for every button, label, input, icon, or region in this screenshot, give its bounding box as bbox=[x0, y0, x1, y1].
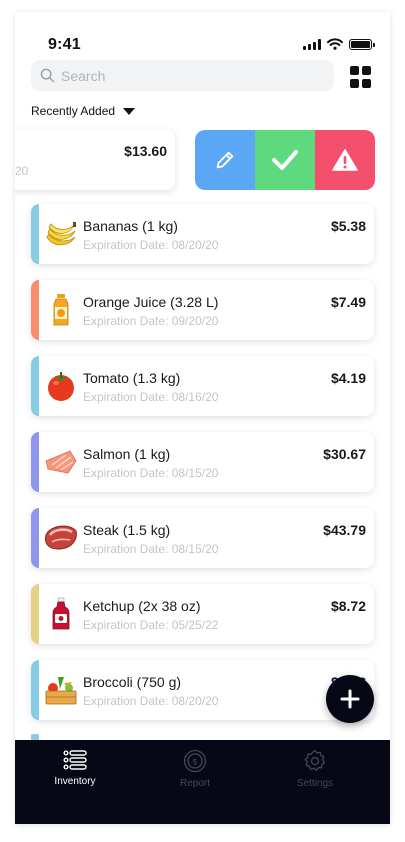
item-name: Broccoli (750 g) bbox=[83, 674, 182, 690]
item-accent bbox=[31, 280, 39, 340]
list-item[interactable]: Bananas (1 kg) Expiration Date: 08/20/20 $… bbox=[31, 204, 374, 264]
cellular-signal-icon bbox=[303, 38, 321, 50]
item-accent bbox=[31, 660, 39, 720]
search-input[interactable] bbox=[61, 67, 311, 84]
swipe-actions bbox=[195, 130, 375, 190]
vegetable-crate-icon bbox=[44, 673, 78, 707]
swiped-list-item[interactable]: $13.60 20 bbox=[15, 130, 175, 190]
item-expiration: Expiration Date: 08/15/20 bbox=[83, 542, 219, 556]
banana-icon bbox=[44, 217, 78, 251]
item-expiration: Expiration Date: 08/16/20 bbox=[83, 390, 219, 404]
item-price: $8.72 bbox=[330, 598, 366, 614]
status-icons bbox=[303, 38, 375, 50]
item-expiration: Expiration Date: 08/20/20 bbox=[83, 694, 219, 708]
item-name: Tomato (1.3 kg) bbox=[83, 370, 181, 386]
item-accent bbox=[31, 432, 39, 492]
tab-bar: Inventory $ Report Settings bbox=[15, 740, 390, 824]
edit-button[interactable] bbox=[195, 130, 255, 190]
ketchup-icon bbox=[44, 597, 78, 631]
item-accent bbox=[31, 584, 39, 644]
check-icon bbox=[272, 150, 298, 170]
add-item-button[interactable] bbox=[326, 675, 374, 723]
caret-down-icon bbox=[123, 107, 136, 115]
list-item[interactable]: Orange Juice (3.28 L) Expiration Date: 09… bbox=[31, 280, 374, 340]
item-accent bbox=[31, 204, 39, 264]
pencil-icon bbox=[216, 151, 234, 169]
juice-icon bbox=[44, 293, 78, 327]
tab-settings[interactable]: Settings bbox=[255, 740, 375, 824]
tomato-icon bbox=[44, 369, 78, 403]
item-accent bbox=[31, 356, 39, 416]
item-name: Bananas (1 kg) bbox=[83, 218, 178, 234]
list-item[interactable]: Tomato (1.3 kg) Expiration Date: 08/16/20… bbox=[31, 356, 374, 416]
warning-icon bbox=[332, 149, 358, 171]
item-accent bbox=[31, 508, 39, 568]
item-price: $4.19 bbox=[330, 370, 366, 386]
tab-label: Report bbox=[179, 778, 210, 789]
svg-text:$: $ bbox=[192, 758, 198, 768]
item-price: $13.60 bbox=[124, 143, 167, 159]
item-name: Salmon (1 kg) bbox=[83, 446, 171, 462]
item-name: Steak (1.5 kg) bbox=[83, 522, 171, 538]
item-expiration: Expiration Date: 08/20/20 bbox=[83, 238, 219, 252]
tab-label: Settings bbox=[296, 778, 334, 789]
list-item[interactable]: Ketchup (2x 38 oz) Expiration Date: 05/25… bbox=[31, 584, 374, 644]
mark-used-button[interactable] bbox=[255, 130, 315, 190]
plus-icon bbox=[340, 689, 360, 709]
search-icon bbox=[40, 68, 55, 83]
item-name: Ketchup (2x 38 oz) bbox=[83, 598, 201, 614]
grid-view-icon[interactable] bbox=[350, 66, 372, 88]
wifi-icon bbox=[327, 38, 343, 50]
item-price: $5.38 bbox=[330, 218, 366, 234]
salmon-icon bbox=[44, 445, 78, 479]
battery-icon bbox=[349, 38, 375, 50]
item-expiration: Expiration Date: 08/15/20 bbox=[83, 466, 219, 480]
coin-icon: $ bbox=[183, 749, 207, 773]
list-item[interactable]: Salmon (1 kg) Expiration Date: 08/15/20 $3… bbox=[31, 432, 374, 492]
status-time: 9:41 bbox=[48, 36, 81, 53]
item-price: $7.49 bbox=[330, 294, 366, 310]
report-button[interactable] bbox=[315, 130, 375, 190]
steak-icon bbox=[44, 521, 78, 555]
list-icon bbox=[63, 750, 87, 770]
inventory-list: Bananas (1 kg) Expiration Date: 08/20/20 $… bbox=[31, 204, 374, 736]
tab-report[interactable]: $ Report bbox=[135, 740, 255, 824]
list-item[interactable]: Steak (1.5 kg) Expiration Date: 08/15/20 $… bbox=[31, 508, 374, 568]
app-screen: 9:41 Recently Added $13.60 20 bbox=[15, 12, 390, 824]
list-item[interactable]: Broccoli (750 g) Expiration Date: 08/20/2… bbox=[31, 660, 374, 720]
tab-inventory[interactable]: Inventory bbox=[15, 740, 135, 824]
item-expiration-fragment: 20 bbox=[15, 164, 29, 178]
sort-dropdown[interactable]: Recently Added bbox=[31, 104, 136, 118]
gear-icon bbox=[304, 749, 326, 771]
item-name: Orange Juice (3.28 L) bbox=[83, 294, 219, 310]
sort-label: Recently Added bbox=[31, 104, 116, 118]
item-price: $30.67 bbox=[323, 446, 366, 462]
tab-label: Inventory bbox=[54, 776, 96, 787]
item-expiration: Expiration Date: 09/20/20 bbox=[83, 314, 219, 328]
search-bar[interactable] bbox=[31, 60, 334, 91]
item-expiration: Expiration Date: 05/25/22 bbox=[83, 618, 219, 632]
item-price: $43.79 bbox=[323, 522, 366, 538]
